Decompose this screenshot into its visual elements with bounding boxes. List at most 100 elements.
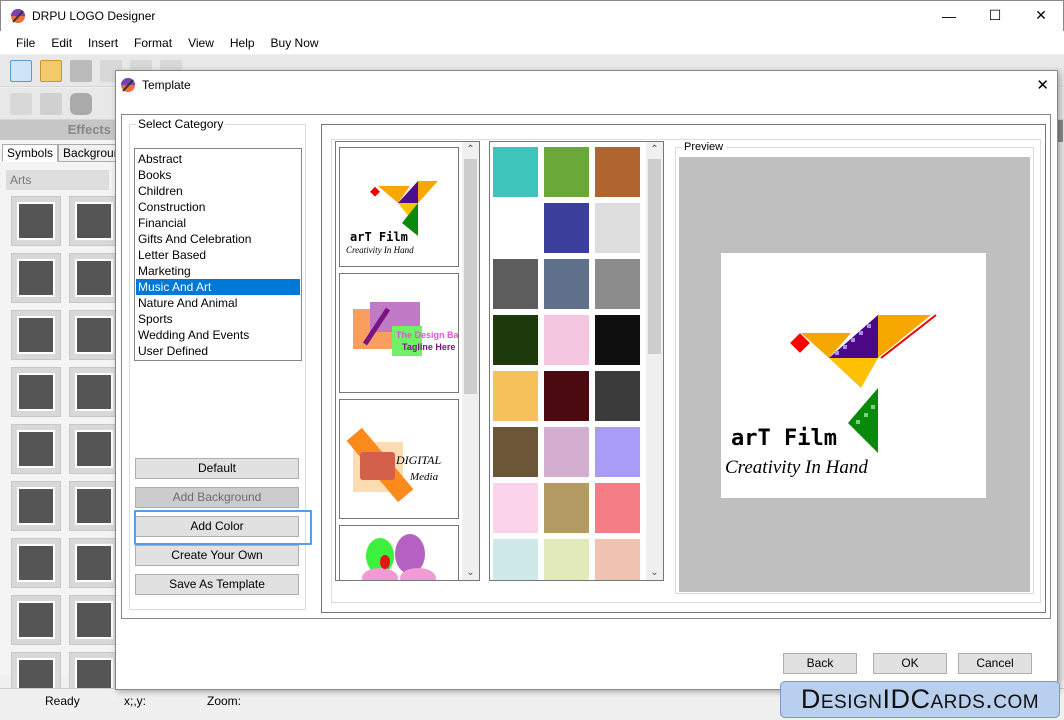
dialog-logo-icon xyxy=(121,78,135,92)
cancel-button[interactable]: Cancel xyxy=(958,653,1032,674)
symbol-tile[interactable] xyxy=(11,310,61,360)
category-item[interactable]: Gifts And Celebration xyxy=(136,231,300,247)
background-swatch[interactable] xyxy=(544,147,589,197)
category-item[interactable]: Abstract xyxy=(136,151,300,167)
template-item[interactable]: DIGITAL Media xyxy=(339,399,459,519)
symbol-tile[interactable] xyxy=(69,595,119,645)
template-item[interactable]: The Design Bag Tagline Here xyxy=(339,273,464,393)
background-swatch[interactable] xyxy=(493,203,538,253)
category-list[interactable]: Abstract Books Children Construction Financi… xyxy=(134,148,302,361)
category-item[interactable]: Nature And Animal xyxy=(136,295,300,311)
dialog-close-button[interactable]: ✕ xyxy=(1036,76,1049,94)
category-item[interactable]: Marketing xyxy=(136,263,300,279)
category-item[interactable]: Construction xyxy=(136,199,300,215)
background-swatch[interactable] xyxy=(595,371,640,421)
background-list[interactable]: ⌃ ⌄ xyxy=(489,141,664,581)
symbol-tile[interactable] xyxy=(69,538,119,588)
background-swatch[interactable] xyxy=(544,483,589,533)
category-item[interactable]: Letter Based xyxy=(136,247,300,263)
symbol-tile[interactable] xyxy=(11,253,61,303)
background-swatch[interactable] xyxy=(544,427,589,477)
background-swatch[interactable] xyxy=(595,147,640,197)
background-swatch[interactable] xyxy=(595,203,640,253)
tab-symbols[interactable]: Symbols xyxy=(2,144,59,162)
symbol-tile[interactable] xyxy=(69,253,119,303)
menu-buy-now[interactable]: Buy Now xyxy=(263,36,327,50)
background-swatch[interactable] xyxy=(544,259,589,309)
background-swatch[interactable] xyxy=(595,259,640,309)
maximize-button[interactable]: ☐ xyxy=(972,0,1018,31)
category-item[interactable]: Children xyxy=(136,183,300,199)
category-item[interactable]: Financial xyxy=(136,215,300,231)
open-folder-icon[interactable] xyxy=(40,59,62,82)
art-symbol-icon xyxy=(17,373,55,411)
category-item[interactable]: User Defined xyxy=(136,343,300,359)
symbol-tile[interactable] xyxy=(69,367,119,417)
background-swatch[interactable] xyxy=(595,539,640,580)
symbol-tile[interactable] xyxy=(11,538,61,588)
scroll-up-arrow-icon[interactable]: ⌃ xyxy=(462,144,479,155)
background-swatch[interactable] xyxy=(544,371,589,421)
template-list[interactable]: arT Film Creativity In Hand The Design B… xyxy=(335,141,480,581)
background-list-scrollbar[interactable]: ⌃ ⌄ xyxy=(646,142,663,580)
symbol-tile[interactable] xyxy=(11,595,61,645)
symbol-tile[interactable] xyxy=(11,424,61,474)
background-swatch[interactable] xyxy=(493,259,538,309)
template-item[interactable] xyxy=(339,525,459,580)
digital-media-logo-thumb: DIGITAL Media xyxy=(346,427,441,503)
background-swatch[interactable] xyxy=(595,315,640,365)
add-background-button[interactable]: Add Background xyxy=(135,487,299,508)
background-swatch[interactable] xyxy=(493,483,538,533)
background-swatch[interactable] xyxy=(544,203,589,253)
background-swatch[interactable] xyxy=(493,371,538,421)
background-swatch[interactable] xyxy=(544,315,589,365)
menu-insert[interactable]: Insert xyxy=(80,36,126,50)
scroll-down-arrow-icon[interactable]: ⌄ xyxy=(646,567,663,578)
ok-button[interactable]: OK xyxy=(873,653,947,674)
symbol-tile[interactable] xyxy=(69,424,119,474)
add-color-button[interactable]: Add Color xyxy=(134,510,312,545)
scroll-up-arrow-icon[interactable]: ⌃ xyxy=(646,144,663,155)
category-item[interactable]: Books xyxy=(136,167,300,183)
background-swatch[interactable] xyxy=(595,483,640,533)
menu-file[interactable]: File xyxy=(8,36,43,50)
symbol-tile[interactable] xyxy=(11,196,61,246)
default-button[interactable]: Default xyxy=(135,458,299,479)
new-file-icon[interactable] xyxy=(10,59,32,82)
background-swatch[interactable] xyxy=(493,315,538,365)
camera-icon[interactable] xyxy=(70,92,92,115)
symbol-tile[interactable] xyxy=(69,196,119,246)
close-button[interactable]: ✕ xyxy=(1018,0,1064,31)
template-name: The Design Bag xyxy=(396,330,458,340)
background-swatch[interactable] xyxy=(544,539,589,580)
template-list-scrollbar[interactable]: ⌃ ⌄ xyxy=(462,142,479,580)
create-your-own-button[interactable]: Create Your Own xyxy=(135,545,299,566)
background-swatch[interactable] xyxy=(493,539,538,580)
category-item[interactable]: Music And Art xyxy=(136,279,300,295)
menu-help[interactable]: Help xyxy=(222,36,263,50)
menu-edit[interactable]: Edit xyxy=(43,36,80,50)
effects-header: Effects xyxy=(0,120,115,140)
symbol-tile[interactable] xyxy=(69,481,119,531)
text-icon[interactable] xyxy=(10,92,32,115)
category-item[interactable]: Sports xyxy=(136,311,300,327)
flower-logo-thumb xyxy=(362,534,436,580)
menu-view[interactable]: View xyxy=(180,36,222,50)
template-item[interactable]: arT Film Creativity In Hand xyxy=(339,147,459,267)
background-swatch[interactable] xyxy=(493,147,538,197)
image-icon[interactable] xyxy=(40,92,62,115)
save-as-template-button[interactable]: Save As Template xyxy=(135,574,299,595)
symbol-tile[interactable] xyxy=(11,481,61,531)
minimize-button[interactable]: — xyxy=(926,0,972,31)
scroll-down-arrow-icon[interactable]: ⌄ xyxy=(462,567,479,578)
background-swatch[interactable] xyxy=(493,427,538,477)
symbol-tile[interactable] xyxy=(11,367,61,417)
symbol-tile[interactable] xyxy=(69,310,119,360)
menu-format[interactable]: Format xyxy=(126,36,180,50)
background-swatch[interactable] xyxy=(595,427,640,477)
back-button[interactable]: Back xyxy=(783,653,857,674)
category-item[interactable]: Wedding And Events xyxy=(136,327,300,343)
app-title-bar: DRPU LOGO Designer xyxy=(0,0,1064,31)
art-symbol-icon xyxy=(75,601,113,639)
close-file-icon[interactable] xyxy=(70,59,92,82)
